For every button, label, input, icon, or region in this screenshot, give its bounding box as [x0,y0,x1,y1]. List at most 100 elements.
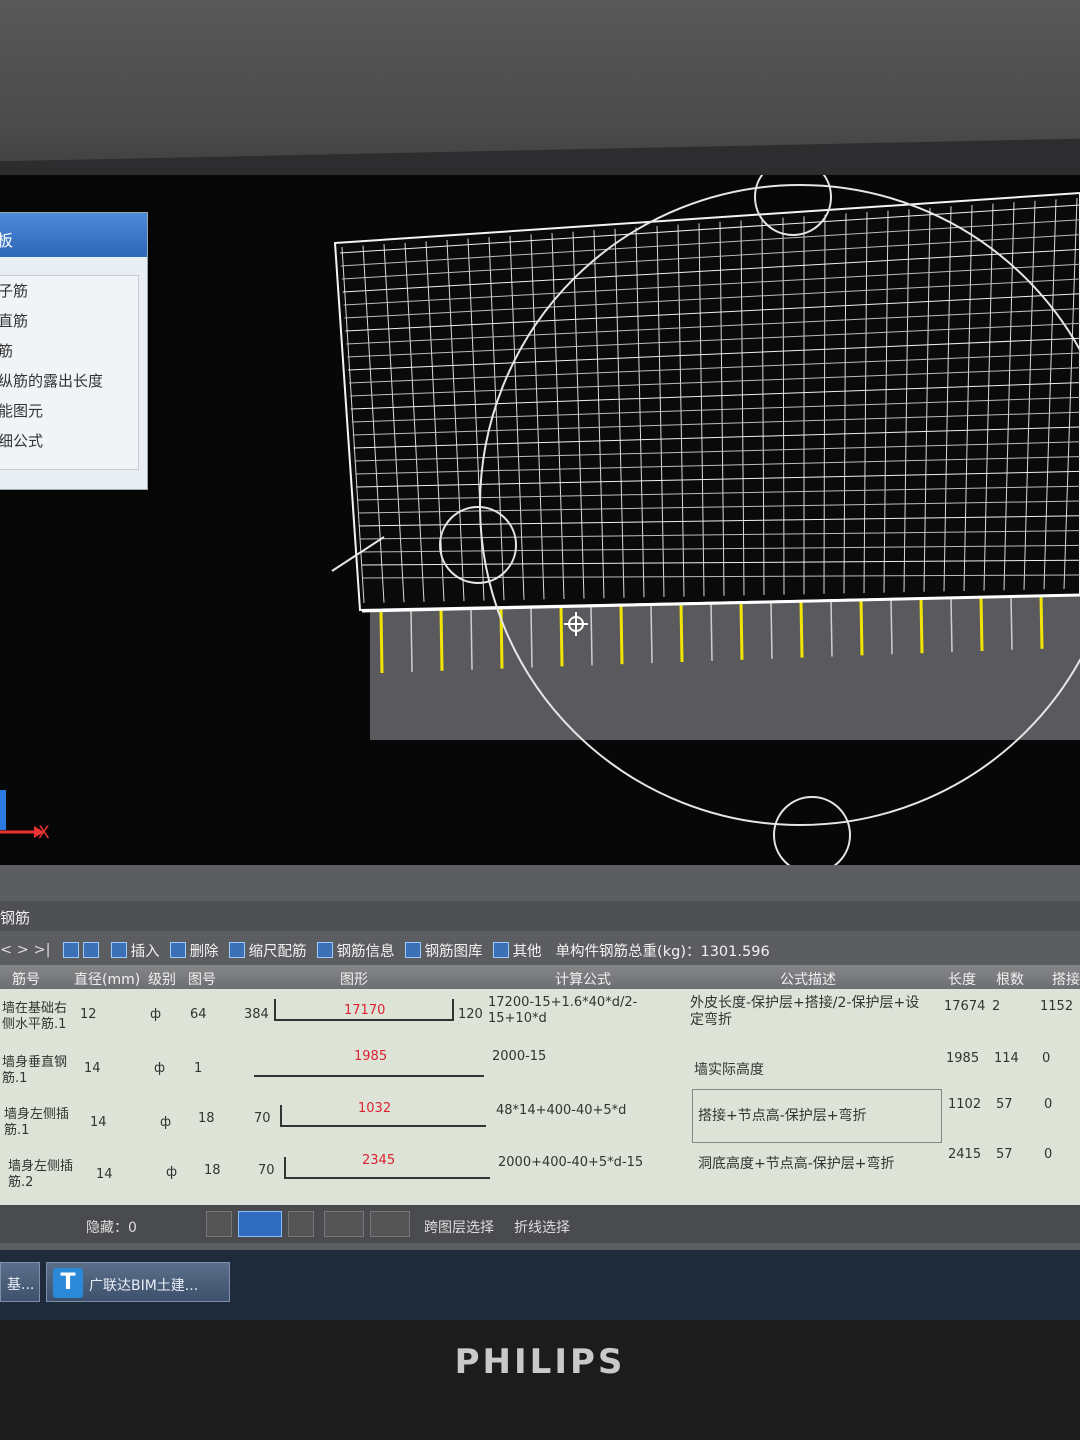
scale-rebar-label: 缩尺配筋 [248,943,307,960]
cell-shape-no: 1 [194,1061,203,1076]
dowel-bar [770,601,773,659]
dowel-bar [890,599,893,655]
taskbar-item-glodon[interactable]: T 广联达BIM土建... [46,1262,230,1302]
col-shape-no[interactable]: 图号 [188,969,216,989]
dowel-bar [650,604,653,664]
dowel-bar [859,599,864,656]
context-item[interactable]: 能图元 [0,396,138,426]
taskbar-item-label: 基... [7,1277,35,1293]
cell-desc: 墙实际高度 [694,1062,764,1078]
col-lap[interactable]: 搭接 [1052,969,1080,989]
col-shape[interactable]: 图形 [340,969,368,989]
dowel-bar [979,596,984,652]
col-formula-desc[interactable]: 公式描述 [780,969,836,989]
first-record-icon[interactable] [62,942,79,958]
dowel-bar [830,600,833,657]
delete-button[interactable]: 删除 [169,940,219,961]
rebar-panel: 钢筋 < > >| 插入 删除 缩尺配筋 钢筋信息 钢筋图库 其他 单构件钢筋总… [0,865,1080,1320]
table-row[interactable]: 墙在基础右侧水平筋.1 12 ф 64 384 17170 120 17200-… [0,991,1080,1045]
cell-name: 墙身左侧插筋.1 [4,1107,70,1138]
cad-viewport[interactable] [0,175,1080,875]
context-panel-title: 板 [0,213,147,257]
other-button[interactable]: 其他 [492,940,542,961]
rebar-info-icon [316,942,333,958]
context-item[interactable]: 纵筋的露出长度 [0,366,138,396]
last-record-icon[interactable] [82,942,99,958]
col-length[interactable]: 长度 [948,969,976,989]
cell-length: 17674 [944,999,986,1014]
rebar-info-button[interactable]: 钢筋信息 [316,940,395,961]
context-item[interactable]: 细公式 [0,426,138,456]
dowel-bar [1039,595,1044,649]
cell-name: 墙身垂直钢筋.1 [2,1055,68,1086]
cell-shape-mid: 2345 [362,1153,396,1168]
cell-grade: ф [160,1115,172,1130]
col-diameter[interactable]: 直径(mm) [74,969,140,989]
rebar-panel-title: 钢筋 [0,901,1080,931]
col-grade[interactable]: 级别 [148,969,176,989]
scale-rebar-icon [228,942,245,958]
cell-lap: 0 [1044,1147,1053,1162]
scale-rebar-button[interactable]: 缩尺配筋 [228,940,307,961]
grip-circle-bottom[interactable] [773,796,851,874]
delete-icon [169,942,186,958]
col-name[interactable]: 筋号 [12,969,40,989]
insert-label: 插入 [130,943,160,960]
dowel-bar [799,601,804,658]
col-count[interactable]: 根数 [996,969,1024,989]
cell-shape-left: 70 [258,1163,275,1178]
col-formula[interactable]: 计算公式 [555,969,611,989]
insert-button[interactable]: 插入 [110,940,160,961]
cell-lap: 1152 [1040,999,1074,1014]
context-item[interactable]: 筋 [0,336,138,366]
context-item[interactable]: 子筋 [0,276,138,306]
cell-count: 2 [992,999,1001,1014]
dowel-bar [379,610,384,674]
delete-label: 删除 [189,943,219,960]
status-bar: 隐藏：0 跨图层选择 折线选择 [0,1205,1080,1243]
rebar-library-icon [404,942,421,958]
cell-name: 墙身左侧插筋.2 [8,1159,74,1190]
hidden-count: 隐藏：0 [86,1220,137,1236]
cell-formula: 2000-15 [492,1049,547,1064]
cell-shape-mid: 17170 [344,1003,386,1018]
cell-desc: 搭接+节点高-保护层+弯折 [698,1108,867,1124]
snap-icon[interactable] [370,1211,410,1237]
ortho-icon[interactable] [206,1211,232,1237]
cell-formula: 17200-15+1.6*40*d/2-15+10*d [488,995,638,1026]
context-panel-list: 子筋 直筋 筋 纵筋的露出长度 能图元 细公式 [0,275,139,470]
dowel-bar [530,607,533,668]
context-item[interactable]: 直筋 [0,306,138,336]
cell-shape-mid: 1985 [354,1049,388,1064]
cell-shape-no: 18 [204,1163,221,1178]
dowel-bar [1010,596,1013,650]
cell-diameter: 14 [90,1115,107,1130]
select-box-icon[interactable] [238,1211,282,1237]
cell-lap: 0 [1044,1097,1053,1112]
cell-name: 墙在基础右侧水平筋.1 [2,1001,68,1032]
cell-count: 114 [994,1051,1019,1066]
rebar-library-label: 钢筋图库 [424,943,483,960]
cross-select-icon[interactable] [288,1211,314,1237]
context-panel: 板 子筋 直筋 筋 纵筋的露出长度 能图元 细公式 [0,212,148,490]
taskbar-item[interactable]: 基... [0,1262,40,1302]
cross-layer-select[interactable]: 跨图层选择 [424,1217,494,1237]
cell-count: 57 [996,1097,1013,1112]
rebar-library-button[interactable]: 钢筋图库 [404,940,483,961]
glodon-app-icon: T [53,1268,83,1298]
dowel-bar [590,606,593,666]
cell-count: 57 [996,1147,1013,1162]
cell-grade: ф [150,1007,162,1022]
wall-slab [370,595,1080,740]
polyline-select[interactable]: 折线选择 [514,1217,570,1237]
cell-length: 2415 [948,1147,982,1162]
angle-icon[interactable] [324,1211,364,1237]
cell-shape-left: 384 [244,1007,269,1022]
cell-shape-right: 120 [458,1007,483,1022]
table-row[interactable]: 墙身左侧插筋.1 14 ф 18 70 1032 48*14+400-40+5*… [0,1089,1080,1153]
nav-buttons[interactable]: < > >| [0,942,51,958]
axis-x-label: X [38,823,50,843]
table-row[interactable]: 墙身左侧插筋.2 14 ф 18 70 2345 2000+400-40+5*d… [0,1147,1080,1207]
cell-shape-no: 18 [198,1111,215,1126]
dowel-bar [410,610,413,672]
